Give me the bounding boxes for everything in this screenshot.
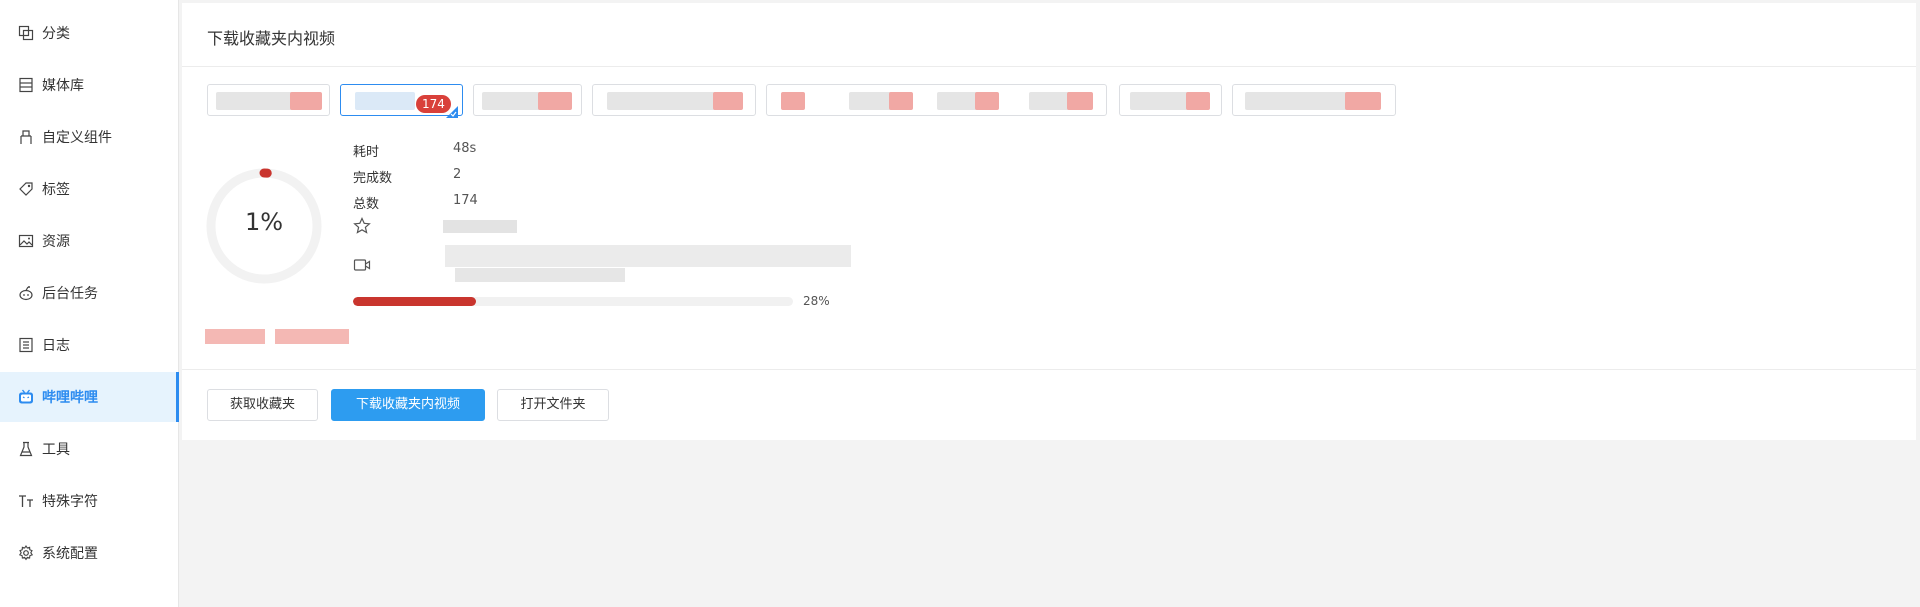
total-label: 总数 xyxy=(353,197,380,212)
folder-tag[interactable] xyxy=(1119,84,1222,116)
copy-icon xyxy=(18,25,34,41)
panel-header: 下载收藏夹内视频 xyxy=(182,3,1916,67)
sidebar-item-resources[interactable]: 资源 xyxy=(0,216,179,266)
sidebar-item-label: 系统配置 xyxy=(42,546,98,562)
status-text-blurred xyxy=(205,329,265,344)
sidebar-item-bilibili[interactable]: 哔哩哔哩 xyxy=(0,372,179,422)
bilibili-icon xyxy=(18,389,34,405)
total-value: 174 xyxy=(453,193,478,208)
sidebar-item-media-library[interactable]: 媒体库 xyxy=(0,60,179,110)
video-icon xyxy=(353,259,371,271)
favorite-name-blurred xyxy=(443,220,517,233)
status-text-blurred xyxy=(275,329,349,344)
sidebar-item-label: 日志 xyxy=(42,338,70,354)
completed-label: 完成数 xyxy=(353,171,393,186)
progress-percent: 1% xyxy=(244,208,284,236)
video-title-blurred xyxy=(445,245,851,267)
image-icon xyxy=(18,233,34,249)
folder-tag[interactable] xyxy=(592,84,756,116)
divider xyxy=(182,369,1916,370)
sidebar-item-label: 后台任务 xyxy=(42,286,98,302)
video-progress-text: 28% xyxy=(803,294,830,308)
sidebar-item-label: 特殊字符 xyxy=(42,494,98,510)
sidebar: 分类 媒体库 自定义组件 标签 资源 后台任务 日志 哔哩哔哩 工具 特殊字符 … xyxy=(0,0,179,607)
open-folder-button[interactable]: 打开文件夹 xyxy=(497,389,609,421)
library-icon xyxy=(18,77,34,93)
folder-tag[interactable] xyxy=(473,84,582,116)
log-icon xyxy=(18,337,34,353)
sidebar-item-custom-component[interactable]: 自定义组件 xyxy=(0,112,179,162)
sidebar-item-label: 自定义组件 xyxy=(42,130,112,146)
sidebar-item-tools[interactable]: 工具 xyxy=(0,424,179,474)
completed-value: 2 xyxy=(453,167,462,182)
sidebar-item-label: 工具 xyxy=(42,442,70,458)
tag-icon xyxy=(18,181,34,197)
sidebar-item-label: 分类 xyxy=(42,26,70,42)
sidebar-item-background-tasks[interactable]: 后台任务 xyxy=(0,268,179,318)
sidebar-item-category[interactable]: 分类 xyxy=(0,8,179,58)
elapsed-label: 耗时 xyxy=(353,145,380,160)
folder-tag[interactable] xyxy=(1232,84,1396,116)
sidebar-item-special-chars[interactable]: 特殊字符 xyxy=(0,476,179,526)
sidebar-item-logs[interactable]: 日志 xyxy=(0,320,179,370)
folder-tag[interactable] xyxy=(207,84,330,116)
elapsed-value: 48s xyxy=(453,141,477,156)
robot-icon xyxy=(18,285,34,301)
sidebar-item-system-config[interactable]: 系统配置 xyxy=(0,528,179,578)
page-title: 下载收藏夹内视频 xyxy=(207,29,336,48)
sidebar-item-label: 标签 xyxy=(42,182,70,198)
text-size-icon xyxy=(18,493,34,509)
component-icon xyxy=(18,129,34,145)
gear-icon xyxy=(18,545,34,561)
sidebar-item-tags[interactable]: 标签 xyxy=(0,164,179,214)
flask-icon xyxy=(18,441,34,457)
video-title-blurred xyxy=(455,268,625,282)
sidebar-item-label: 媒体库 xyxy=(42,78,84,94)
star-icon xyxy=(353,217,371,234)
selected-corner-icon xyxy=(446,106,458,118)
sidebar-item-label: 哔哩哔哩 xyxy=(42,390,98,406)
video-progress-bar xyxy=(353,297,793,306)
folder-tag[interactable] xyxy=(766,84,1107,116)
sidebar-item-label: 资源 xyxy=(42,234,70,250)
fetch-favorites-button[interactable]: 获取收藏夹 xyxy=(207,389,318,421)
download-videos-button[interactable]: 下载收藏夹内视频 xyxy=(331,389,485,421)
